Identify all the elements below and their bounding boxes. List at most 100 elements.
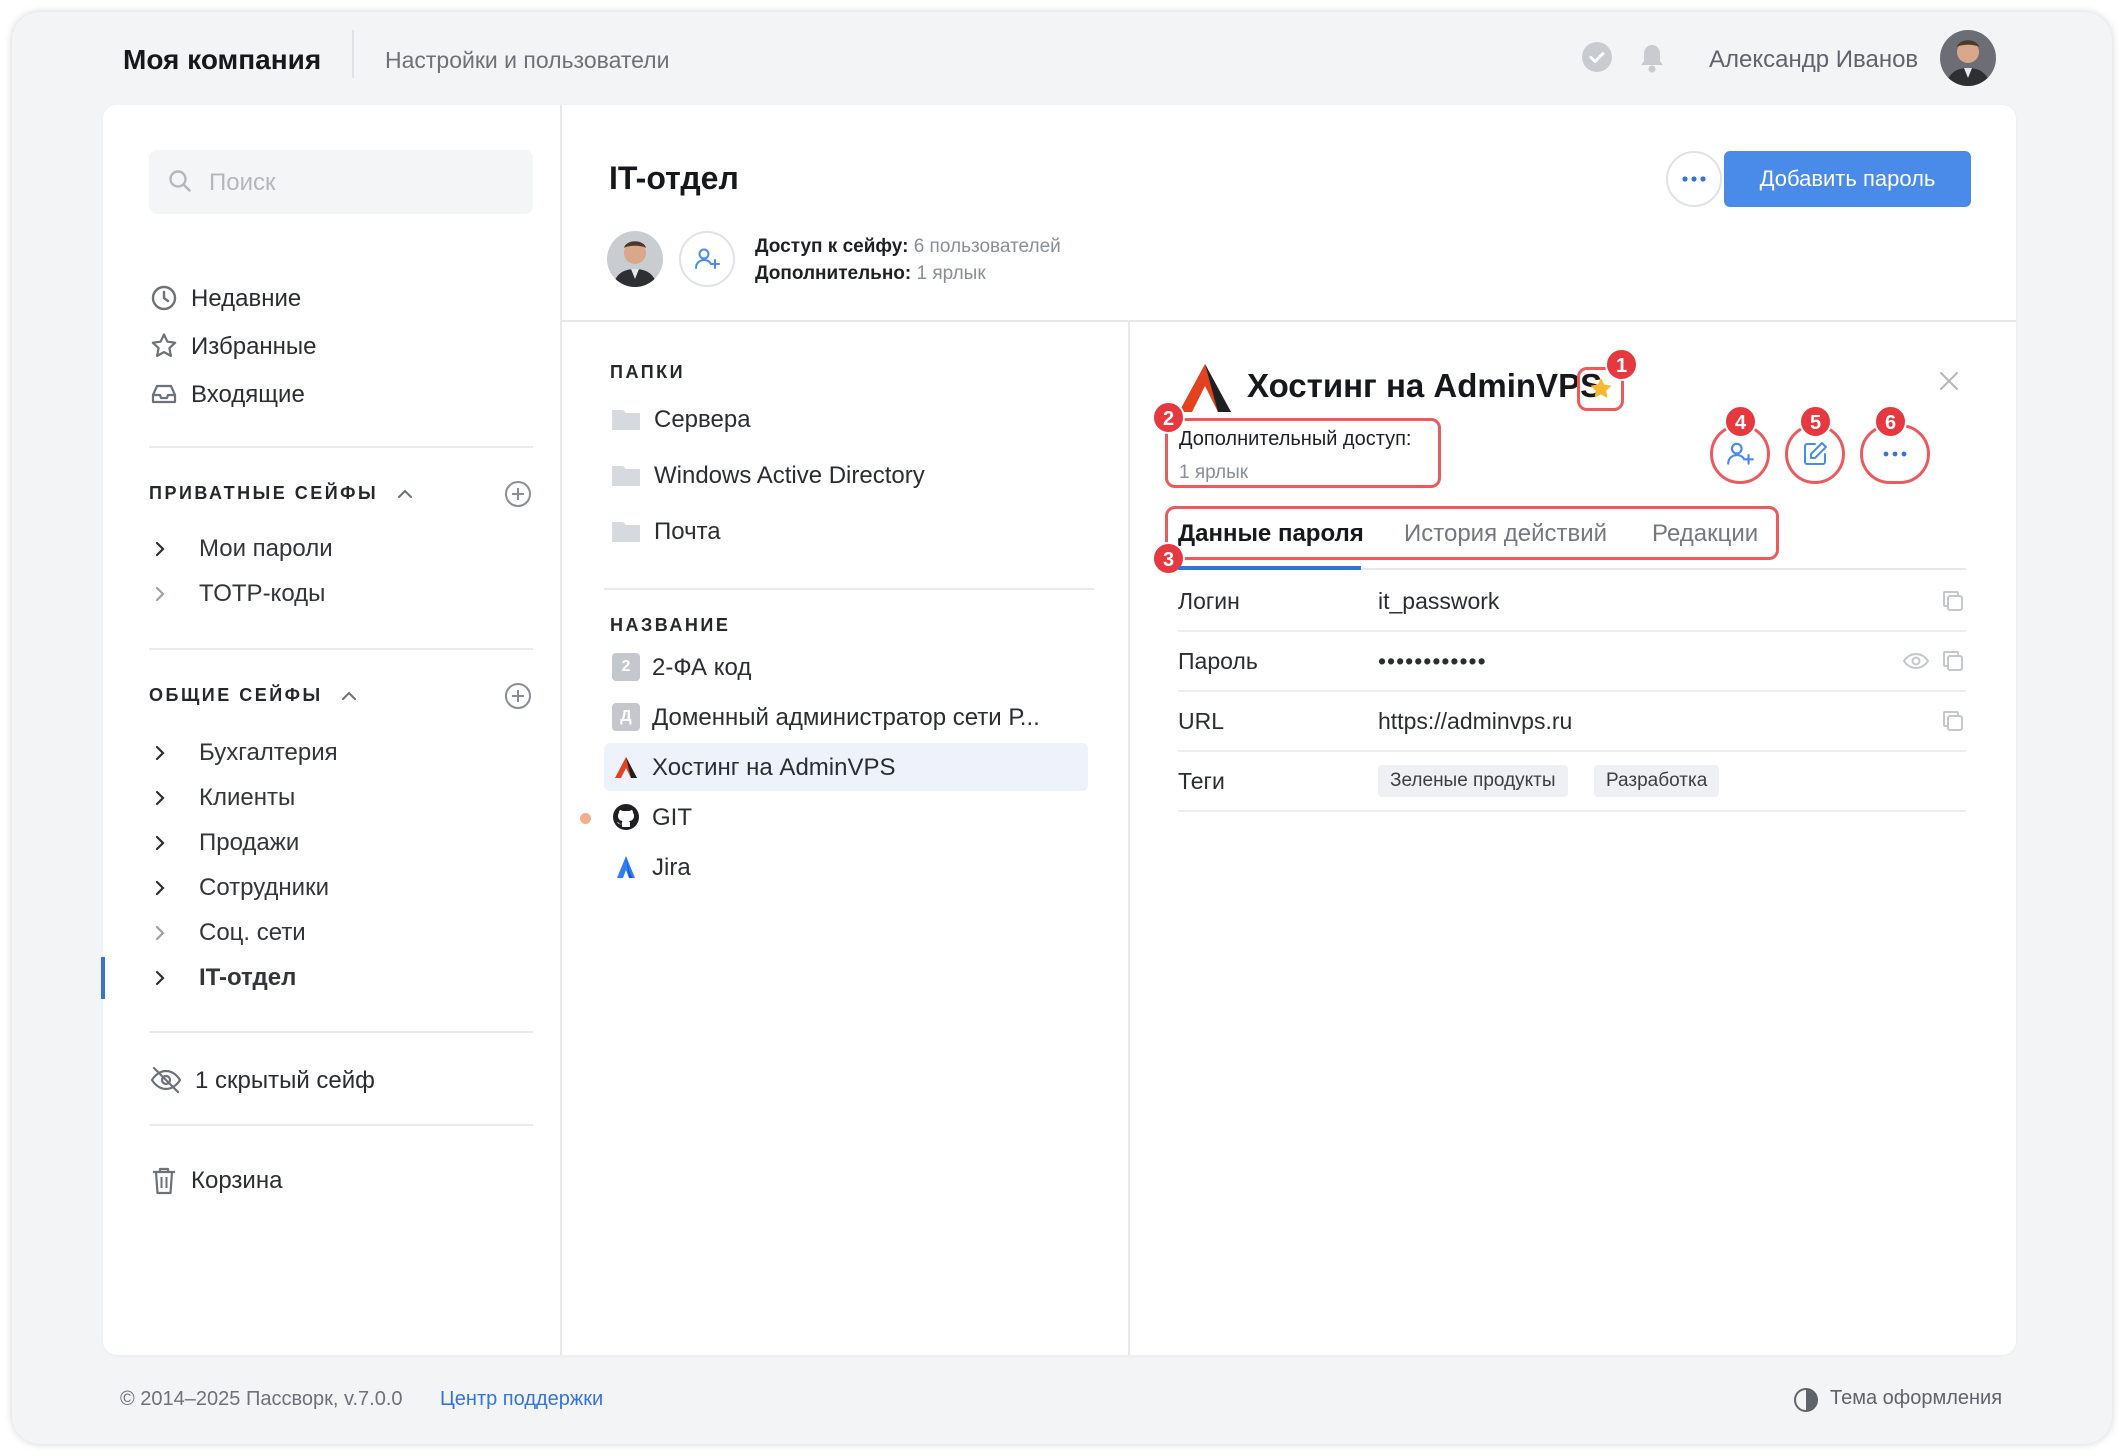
eye-icon[interactable] [1902,651,1930,671]
letter-2-icon: 2 [612,653,640,681]
tab-password-data[interactable]: Данные пароля [1178,520,1364,548]
company-name[interactable]: Моя компания [123,44,321,76]
chevron-up-icon [397,489,412,499]
edit-icon [1804,442,1827,465]
folder-label: Windows Active Directory [654,462,925,489]
app-window: Моя компания Настройки и пользователи Ал… [12,12,2112,1444]
search-placeholder: Поиск [209,169,276,196]
chevron-right-icon [155,541,165,557]
field-value[interactable]: it_passwork [1378,588,1499,615]
main-card: Поиск Недавние Избранные Входящие ПРИВАТ… [101,105,2016,1355]
nav-label: Избранные [191,333,317,360]
tag-badge[interactable]: Разработка [1594,765,1720,797]
extra-access-value[interactable]: 1 ярлык [1179,462,1248,484]
bell-icon[interactable] [1637,42,1667,74]
safe-extra: Дополнительно: 1 ярлык [755,263,986,285]
items-list: ПАПКИ Сервера Windows Active Directory П… [562,322,1130,1355]
sidebar: Поиск Недавние Избранные Входящие ПРИВАТ… [101,105,562,1355]
copyright: © 2014–2025 Пассворк, v.7.0.0 [120,1388,403,1410]
star-icon [151,333,177,357]
folder-icon [612,466,640,486]
inbox-icon [151,384,177,404]
safe-access: Доступ к сейфу: 6 пользователей [755,236,1061,258]
ellipsis-icon [1682,176,1706,182]
search-icon [169,170,191,192]
section-title: ОБЩИЕ СЕЙФЫ [149,685,323,705]
access-label: Доступ к сейфу: [755,236,909,257]
marker-badge: 1 [1605,348,1638,381]
contrast-icon [1794,1388,1818,1412]
extra-label: Дополнительно: [755,263,912,284]
private-safes-header[interactable]: ПРИВАТНЫЕ СЕЙФЫ [149,483,414,504]
names-title: НАЗВАНИЕ [610,615,731,635]
add-shared-safe-icon[interactable] [503,681,533,711]
field-label: URL [1178,708,1225,734]
chevron-up-icon [342,691,357,701]
adminvps-logo-icon [1179,364,1231,412]
marker-badge: 6 [1874,405,1907,438]
chevron-right-icon [155,880,165,896]
close-icon[interactable] [1938,370,1960,392]
field-row-url: URL https://adminvps.ru [1178,692,1966,752]
list-item[interactable]: 2 2-ФА код [604,643,1088,691]
chevron-right-icon [155,586,165,602]
avatar[interactable] [607,231,663,287]
field-label: Логин [1178,588,1240,614]
trash-icon [153,1167,175,1195]
copy-icon[interactable] [1940,708,1966,734]
list-item-selected[interactable]: Хостинг на AdminVPS [604,743,1088,791]
detail-panel: Хостинг на AdminVPS 1 Дополнительный дос… [1130,322,2016,1355]
add-private-safe-icon[interactable] [503,479,533,509]
item-label: Jira [652,854,691,881]
shared-safes-header[interactable]: ОБЩИЕ СЕЙФЫ [149,685,358,706]
tag-badge[interactable]: Зеленые продукты [1378,765,1568,797]
letter-d-icon: Д [612,703,640,731]
top-bar: Моя компания Настройки и пользователи Ал… [12,12,2112,108]
field-value[interactable]: https://adminvps.ru [1378,708,1572,735]
chevron-right-icon [155,970,165,986]
tree-label: Мои пароли [199,535,333,562]
chevron-right-icon [155,745,165,761]
tab-history[interactable]: История действий [1404,520,1607,548]
settings-link[interactable]: Настройки и пользователи [385,47,669,74]
divider [352,30,354,78]
divider [149,648,533,650]
folder-icon [612,410,640,430]
check-icon[interactable] [1582,42,1612,72]
safe-header: IT-отдел Доступ к сейфу: 6 пользователей… [562,105,2016,322]
add-password-button[interactable]: Добавить пароль [1724,151,1971,207]
theme-label: Тема оформления [1830,1387,2003,1409]
more-button[interactable] [1666,151,1722,207]
chevron-right-icon [155,790,165,806]
user-name[interactable]: Александр Иванов [1709,46,1918,74]
section-title: ПРИВАТНЫЕ СЕЙФЫ [149,483,379,503]
copy-icon[interactable] [1940,648,1966,674]
folder-label: Сервера [654,406,751,433]
field-value[interactable]: •••••••••••• [1378,648,1487,675]
copy-icon[interactable] [1940,588,1966,614]
field-label: Теги [1178,768,1225,794]
unread-dot [580,813,591,824]
list-item[interactable]: GIT [580,793,1088,841]
extra-value[interactable]: 1 ярлык [917,263,986,284]
support-link[interactable]: Центр поддержки [440,1388,603,1411]
field-row-login: Логин it_passwork [1178,572,1966,632]
trash-label: Корзина [191,1167,283,1194]
marker-badge: 2 [1152,401,1185,434]
nav-label: Входящие [191,381,305,408]
tree-label: Сотрудники [199,874,329,901]
tab-revisions[interactable]: Редакции [1652,520,1758,548]
item-label: GIT [652,804,692,831]
user-plus-icon [695,248,720,269]
add-user-button[interactable] [679,231,735,287]
access-value[interactable]: 6 пользователей [914,236,1061,257]
avatar[interactable] [1940,30,1996,86]
tree-label: Соц. сети [199,919,306,946]
list-item[interactable]: Д Доменный администратор сети Р... [604,693,1088,741]
list-item[interactable]: Jira [604,843,1088,891]
github-icon [613,804,639,830]
search-input[interactable]: Поиск [149,150,533,214]
marker-badge: 5 [1799,405,1832,438]
item-label: Доменный администратор сети Р... [652,704,1040,731]
ellipsis-icon [1883,451,1907,457]
